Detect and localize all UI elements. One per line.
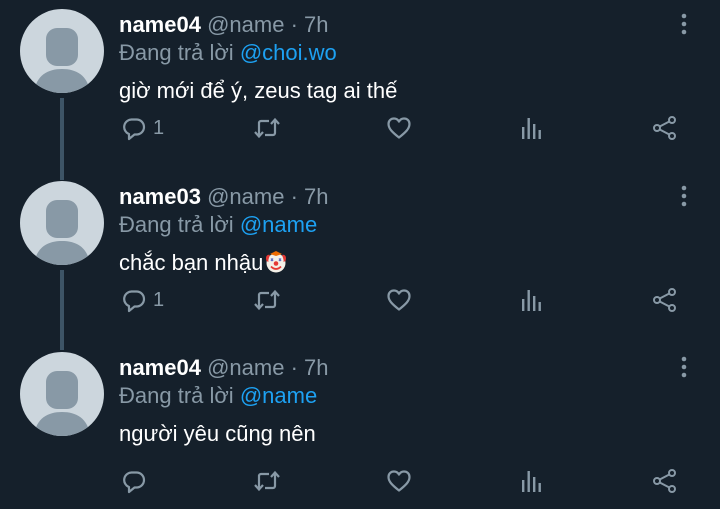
user-handle[interactable]: @name (207, 12, 284, 37)
analytics-icon (522, 118, 541, 139)
reply-icon (123, 290, 146, 313)
separator: · (290, 184, 298, 209)
reply-button[interactable] (121, 466, 153, 496)
separator: · (290, 355, 298, 380)
mention-link[interactable]: @name (240, 383, 317, 408)
avatar[interactable] (20, 181, 104, 265)
tweet-text: chắc bạn nhậu (119, 250, 264, 275)
display-name[interactable]: name04 (119, 355, 201, 380)
replying-to-label: Đang trả lời (119, 212, 234, 237)
tweet-text: người yêu cũng nên (119, 421, 316, 446)
default-avatar-icon (34, 200, 90, 265)
tweet[interactable]: name04 @name · 7h Đang trả lời @choi.wo … (0, 0, 720, 170)
heart-icon (387, 289, 411, 311)
tweet-header: name03 @name · 7h (119, 184, 329, 210)
separator: · (290, 12, 298, 37)
more-options-button[interactable] (676, 12, 692, 38)
timestamp[interactable]: 7h (304, 12, 328, 37)
retweet-icon (254, 470, 280, 492)
tweet[interactable]: name04 @name · 7h Đang trả lời @name ngư… (0, 343, 720, 509)
replying-to: Đang trả lời @name (119, 383, 317, 409)
tweet-text: giờ mới để ý, zeus tag ai thế (119, 78, 398, 103)
more-vertical-icon (681, 185, 687, 207)
tweet-header: name04 @name · 7h (119, 355, 329, 381)
default-avatar-icon (34, 28, 90, 93)
like-button[interactable] (386, 466, 412, 496)
display-name[interactable]: name04 (119, 12, 201, 37)
replying-to-label: Đang trả lời (119, 383, 234, 408)
share-button[interactable] (652, 466, 678, 496)
avatar[interactable] (20, 352, 104, 436)
replying-to-label: Đang trả lời (119, 40, 234, 65)
retweet-button[interactable] (253, 466, 281, 496)
mention-link[interactable]: @name (240, 212, 317, 237)
share-button[interactable] (652, 113, 678, 143)
avatar[interactable] (20, 9, 104, 93)
retweet-button[interactable] (253, 285, 281, 315)
reply-button[interactable]: 1 (121, 285, 164, 315)
retweet-icon (254, 289, 280, 311)
replying-to: Đang trả lời @name (119, 212, 317, 238)
user-handle[interactable]: @name (207, 355, 284, 380)
analytics-button[interactable] (519, 466, 545, 496)
tweet-actions: 1 (0, 285, 720, 315)
more-options-button[interactable] (676, 355, 692, 381)
reply-icon (123, 471, 146, 494)
tweet-text-container: chắc bạn nhậu (119, 250, 288, 280)
more-vertical-icon (681, 356, 687, 378)
timestamp[interactable]: 7h (304, 184, 328, 209)
reply-button[interactable]: 1 (121, 113, 164, 143)
heart-icon (387, 117, 411, 139)
tweet-actions: 1 (0, 113, 720, 143)
user-handle[interactable]: @name (207, 184, 284, 209)
heart-icon (387, 470, 411, 492)
display-name[interactable]: name03 (119, 184, 201, 209)
clown-face-emoji-icon (264, 250, 288, 280)
like-button[interactable] (386, 113, 412, 143)
share-button[interactable] (652, 285, 678, 315)
retweet-button[interactable] (253, 113, 281, 143)
analytics-button[interactable] (519, 113, 545, 143)
reply-icon (123, 118, 146, 141)
like-button[interactable] (386, 285, 412, 315)
default-avatar-icon (34, 371, 90, 436)
analytics-icon (522, 471, 541, 492)
more-vertical-icon (681, 13, 687, 35)
more-options-button[interactable] (676, 184, 692, 210)
share-icon (653, 469, 676, 493)
timestamp[interactable]: 7h (304, 355, 328, 380)
tweet[interactable]: name03 @name · 7h Đang trả lời @name chắ… (0, 172, 720, 342)
reply-count: 1 (153, 288, 165, 311)
share-icon (653, 288, 676, 312)
replying-to: Đang trả lời @choi.wo (119, 40, 337, 66)
reply-count: 1 (153, 116, 165, 139)
mention-link[interactable]: @choi.wo (240, 40, 337, 65)
retweet-icon (254, 117, 280, 139)
tweet-header: name04 @name · 7h (119, 12, 329, 38)
tweet-actions (0, 466, 720, 496)
analytics-button[interactable] (519, 285, 545, 315)
analytics-icon (522, 290, 541, 311)
share-icon (653, 116, 676, 140)
